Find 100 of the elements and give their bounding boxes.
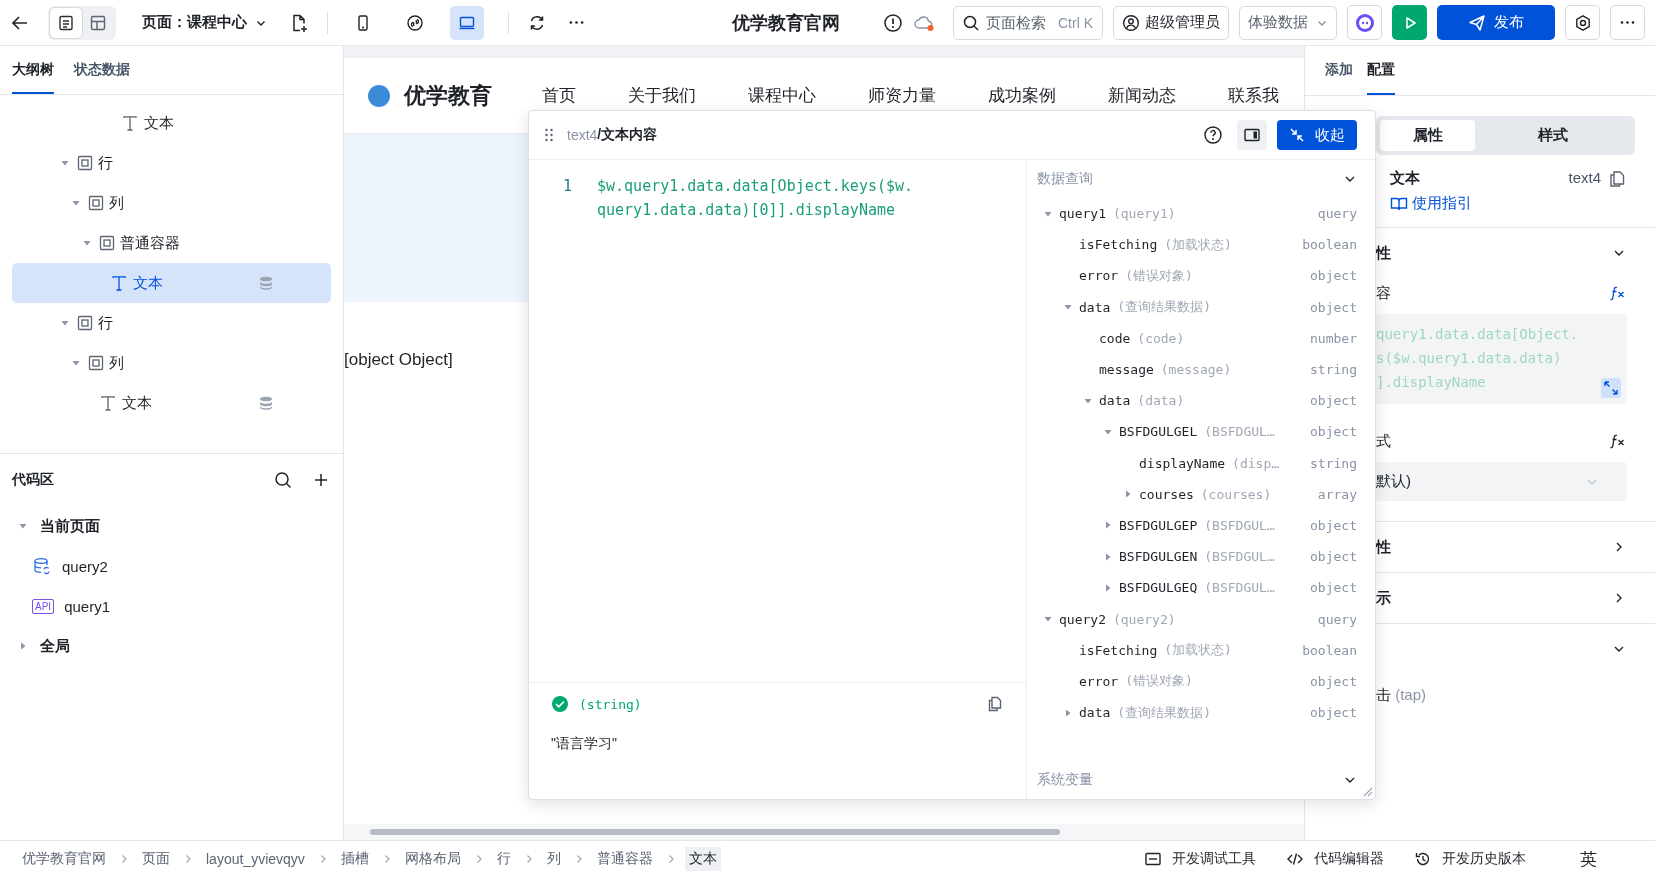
formula-icon[interactable] bbox=[1609, 284, 1627, 302]
collapse-button[interactable]: 收起 bbox=[1277, 120, 1357, 150]
breadcrumb-item[interactable]: 行 bbox=[492, 847, 515, 871]
tree-node[interactable]: data (data) object bbox=[1027, 385, 1357, 417]
caret-icon[interactable] bbox=[1103, 520, 1113, 531]
caret-icon[interactable] bbox=[18, 641, 28, 651]
tree-node[interactable]: data (查询结果数据) object bbox=[1027, 697, 1357, 729]
breadcrumb-item[interactable]: 网格布局 bbox=[400, 847, 465, 871]
database-icon bbox=[258, 395, 274, 411]
nav-link[interactable]: 关于我们 bbox=[628, 84, 696, 107]
tree-node[interactable]: isFetching (加载状态) boolean bbox=[1027, 229, 1357, 261]
outline-item[interactable]: 列 bbox=[12, 183, 331, 223]
tree-node[interactable]: message (message) string bbox=[1027, 353, 1357, 386]
nav-link[interactable]: 新闻动态 bbox=[1108, 84, 1176, 107]
breadcrumb-item[interactable]: 页面 bbox=[138, 847, 174, 871]
tree-node[interactable]: BSFDGULGEL (BSFDGUL… object bbox=[1027, 416, 1357, 448]
outline-item[interactable]: 行 bbox=[12, 143, 331, 183]
breadcrumb-item[interactable]: 普通容器 bbox=[592, 847, 657, 871]
nav-link[interactable]: 联系我 bbox=[1228, 84, 1279, 107]
tree-node[interactable]: query2 (query2) query bbox=[1027, 603, 1357, 635]
settings-icon bbox=[1573, 13, 1592, 32]
caret-icon[interactable] bbox=[60, 318, 70, 328]
event-item[interactable]: 击 (tap) bbox=[1376, 674, 1627, 725]
expand-icon[interactable] bbox=[1601, 378, 1621, 398]
tree-node[interactable]: courses (courses) array bbox=[1027, 478, 1357, 510]
outline-item[interactable]: 行 bbox=[12, 303, 331, 343]
tree-node[interactable]: BSFDGULGEP (BSFDGUL… object bbox=[1027, 509, 1357, 542]
outline-item[interactable]: 列 bbox=[12, 343, 331, 383]
tool-button[interactable]: 代码编辑器 bbox=[1286, 850, 1384, 868]
nav-link[interactable]: 课程中心 bbox=[748, 84, 816, 107]
outline-item[interactable]: 文本 bbox=[12, 383, 331, 423]
tree-node[interactable]: BSFDGULGEQ (BSFDGUL… object bbox=[1027, 572, 1357, 604]
outline-item[interactable]: 文本 bbox=[12, 263, 331, 303]
help-icon[interactable] bbox=[1203, 125, 1223, 145]
breadcrumb-item[interactable]: 文本 bbox=[684, 847, 721, 871]
search-field[interactable]: 页面检索 bbox=[986, 14, 1052, 31]
ai-assistant-button[interactable] bbox=[1347, 5, 1382, 40]
segment-tab[interactable]: 属性 bbox=[1380, 120, 1475, 151]
breadcrumb-item[interactable]: 插槽 bbox=[336, 847, 373, 871]
panel-tab[interactable]: 配置 bbox=[1367, 46, 1395, 95]
tree-node[interactable]: displayName (disp… string bbox=[1027, 447, 1357, 479]
breadcrumb-item[interactable]: 列 bbox=[542, 847, 565, 871]
container-icon bbox=[88, 355, 104, 371]
style-select[interactable]: 默认) bbox=[1376, 462, 1627, 501]
section-title: 性 bbox=[1376, 243, 1391, 263]
side-panel-toggle[interactable] bbox=[1237, 120, 1267, 150]
tree-node[interactable]: error (错误对象) object bbox=[1027, 665, 1357, 697]
resize-handle-icon[interactable] bbox=[1361, 785, 1373, 797]
document-view-button[interactable] bbox=[50, 7, 82, 38]
caret-icon[interactable] bbox=[1123, 489, 1133, 500]
tree-node[interactable]: error (错误对象) object bbox=[1027, 260, 1357, 292]
code-group[interactable]: 当前页面 bbox=[12, 506, 331, 546]
tree-node[interactable]: isFetching (加载状态) boolean bbox=[1027, 634, 1357, 666]
panel-tab[interactable]: 状态数据 bbox=[74, 46, 130, 94]
nav-link[interactable]: 师资力量 bbox=[868, 84, 936, 107]
query-item[interactable]: API query1 bbox=[12, 586, 331, 626]
caret-icon[interactable] bbox=[71, 358, 81, 368]
desktop-preview-button[interactable] bbox=[450, 5, 484, 40]
caret-icon[interactable] bbox=[1063, 707, 1073, 718]
tree-node[interactable]: BSFDGULGEN (BSFDGUL… object bbox=[1027, 541, 1357, 573]
tree-node[interactable]: data (查询结果数据) object bbox=[1027, 291, 1357, 323]
caret-icon[interactable] bbox=[1103, 551, 1113, 562]
caret-icon[interactable] bbox=[71, 198, 81, 208]
tool-button[interactable]: 开发调试工具 bbox=[1144, 850, 1256, 868]
copy-icon[interactable] bbox=[986, 695, 1004, 713]
panel-tab[interactable]: 添加 bbox=[1325, 46, 1353, 95]
tree-node[interactable]: code (code) number bbox=[1027, 322, 1357, 354]
settings-button[interactable] bbox=[1565, 5, 1600, 40]
segment-tab[interactable]: 样式 bbox=[1475, 120, 1631, 151]
breadcrumb-item[interactable]: layout_yvievqyv bbox=[202, 848, 309, 870]
page-selector[interactable]: 页面：课程中心 bbox=[142, 13, 267, 32]
scrollbar-thumb[interactable] bbox=[370, 829, 1060, 835]
warning-icon[interactable] bbox=[883, 12, 903, 33]
more-icon[interactable] bbox=[569, 21, 584, 24]
query-item[interactable]: query2 bbox=[12, 546, 331, 586]
tree-node[interactable]: query1 (query1) query bbox=[1027, 198, 1357, 230]
node-name: data bbox=[1079, 705, 1111, 721]
input-method-indicator[interactable]: 英 bbox=[1580, 847, 1597, 871]
tool-button[interactable]: 开发历史版本 bbox=[1414, 850, 1526, 868]
outline-item[interactable]: 文本 bbox=[12, 103, 331, 143]
nav-link[interactable]: 首页 bbox=[542, 84, 576, 107]
user-button[interactable]: 超级管理员 bbox=[1113, 5, 1229, 40]
search-icon[interactable] bbox=[273, 470, 293, 490]
formula-icon[interactable] bbox=[1609, 432, 1627, 450]
component-path: text4 bbox=[567, 127, 598, 143]
run-button[interactable] bbox=[1392, 5, 1427, 40]
panel-tab[interactable]: 大纲树 bbox=[12, 46, 54, 94]
code-group[interactable]: 全局 bbox=[12, 626, 331, 666]
caret-icon[interactable] bbox=[1103, 582, 1113, 593]
data-mode-dropdown[interactable]: 体验数据 bbox=[1239, 5, 1337, 40]
caret-icon[interactable] bbox=[82, 238, 92, 248]
breadcrumb-item[interactable]: 优学教育官网 bbox=[18, 847, 110, 871]
nav-link[interactable]: 成功案例 bbox=[988, 84, 1056, 107]
copy-icon[interactable] bbox=[1607, 169, 1627, 189]
caret-icon[interactable] bbox=[60, 158, 70, 168]
outline-item[interactable]: 普通容器 bbox=[12, 223, 331, 263]
caret-icon[interactable] bbox=[18, 521, 28, 531]
guide-link[interactable]: 使用指引 bbox=[1390, 194, 1472, 213]
publish-button[interactable]: 发布 bbox=[1437, 5, 1555, 40]
search-icon bbox=[962, 13, 980, 32]
